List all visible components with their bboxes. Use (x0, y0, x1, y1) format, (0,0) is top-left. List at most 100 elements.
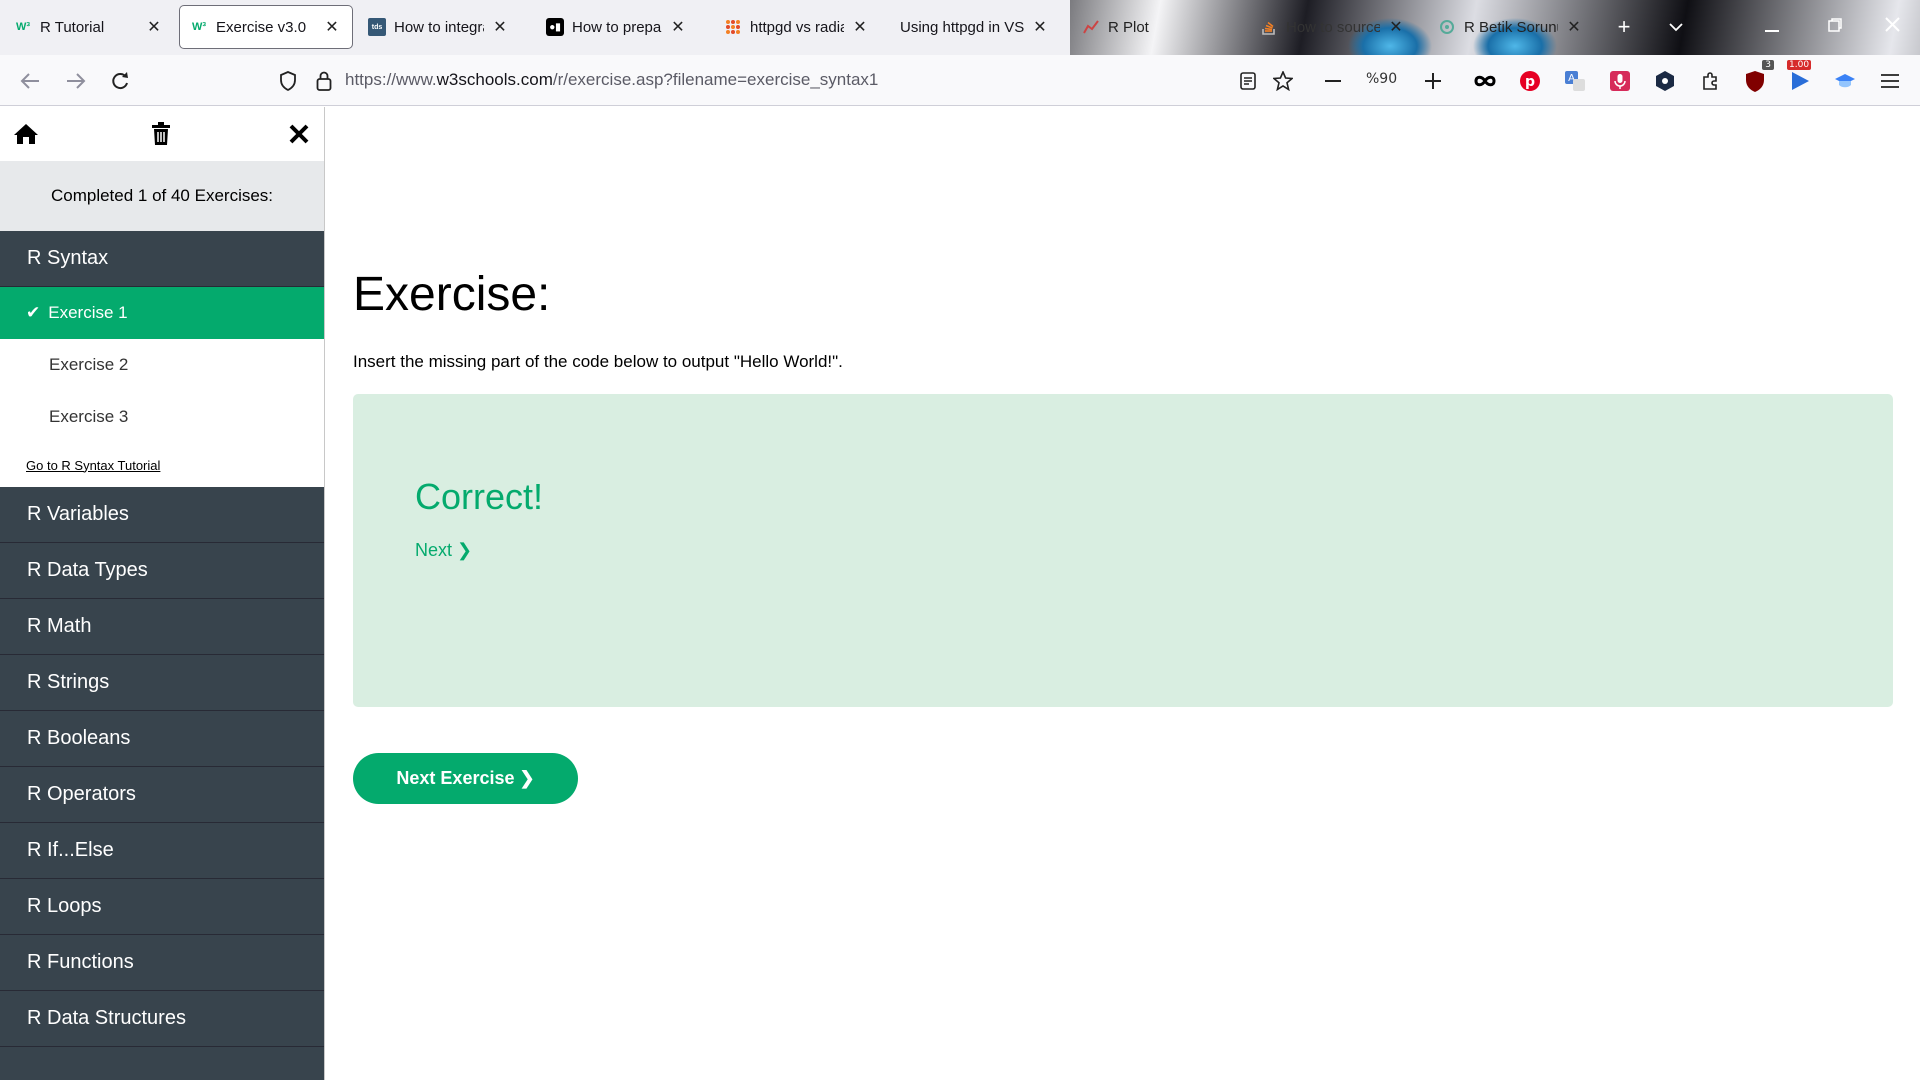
category-r-operators[interactable]: R Operators (0, 767, 324, 823)
tab-how-to-prepare[interactable]: ●▮ How to prepare ✕ (536, 6, 698, 48)
next-link[interactable]: Next ❯ (415, 540, 472, 561)
tab-how-to-source[interactable]: How to source ✕ (1250, 6, 1416, 48)
minimize-button[interactable] (1752, 12, 1792, 42)
category-r-loops[interactable]: R Loops (0, 879, 324, 935)
video-speed-extension-button[interactable]: 1.00 (1785, 60, 1815, 96)
category-r-variables[interactable]: R Variables (0, 487, 324, 543)
tab-close-icon[interactable]: ✕ (1564, 17, 1584, 37)
correct-message: Correct! (415, 476, 544, 517)
checkmark-icon: ✔ (26, 303, 41, 322)
graduation-cap-icon (1835, 74, 1855, 88)
tab-close-icon[interactable]: ✕ (850, 17, 870, 37)
tab-using-httpgd[interactable]: Using httpgd in VSC ✕ (890, 6, 1060, 48)
zoom-out-button[interactable] (1318, 66, 1348, 96)
ublock-icon (1746, 71, 1764, 92)
w3schools-favicon-icon: W³ (191, 21, 207, 33)
exercise-1-item[interactable]: ✔ Exercise 1 (0, 287, 324, 339)
app-menu-button[interactable] (1875, 66, 1905, 96)
tab-r-tutorial[interactable]: W³ R Tutorial ✕ (4, 6, 174, 48)
chart-favicon-icon (1082, 18, 1100, 36)
category-r-math[interactable]: R Math (0, 599, 324, 655)
close-window-button[interactable] (1872, 12, 1912, 42)
minus-icon (1325, 80, 1341, 82)
category-r-booleans[interactable]: R Booleans (0, 711, 324, 767)
tab-r-betik-sorunu[interactable]: R Betik Sorunu ✕ (1428, 6, 1594, 48)
tab-title: How to prepare (572, 18, 662, 36)
plus-icon (1425, 73, 1441, 89)
play-icon (1792, 72, 1809, 90)
tracking-protection-button[interactable] (272, 65, 304, 97)
new-tab-button[interactable]: + (1604, 6, 1644, 48)
category-r-strings[interactable]: R Strings (0, 655, 324, 711)
exercise-3-item[interactable]: Exercise 3 (0, 391, 324, 443)
reset-progress-button[interactable] (146, 119, 176, 149)
pinterest-extension-button[interactable]: p (1515, 66, 1545, 96)
category-more[interactable] (0, 1047, 324, 1080)
tab-how-to-integrate[interactable]: tds How to integra ✕ (358, 6, 520, 48)
tab-close-icon[interactable]: ✕ (144, 17, 164, 37)
trash-icon (152, 122, 170, 145)
infinity-icon (1474, 75, 1496, 87)
lock-icon (316, 71, 332, 91)
infinity-extension-button[interactable] (1470, 66, 1500, 96)
site-info-button[interactable] (308, 65, 340, 97)
tab-r-plot[interactable]: R Plot (1072, 6, 1242, 48)
next-exercise-button[interactable]: Next Exercise ❯ (353, 753, 578, 804)
tab-close-icon[interactable]: ✕ (490, 17, 510, 37)
extensions-button[interactable] (1696, 66, 1726, 96)
category-r-data-types[interactable]: R Data Types (0, 543, 324, 599)
category-r-syntax[interactable]: R Syntax (0, 231, 324, 287)
restore-icon (1828, 18, 1842, 32)
category-r-data-structures[interactable]: R Data Structures (0, 991, 324, 1047)
back-button[interactable] (14, 65, 46, 97)
star-icon (1273, 71, 1293, 91)
graduation-extension-button[interactable] (1830, 66, 1860, 96)
tab-close-icon[interactable]: ✕ (1386, 17, 1406, 37)
tab-close-icon[interactable]: ✕ (668, 17, 688, 37)
url-prefix: https://www. (345, 70, 437, 89)
zoom-in-button[interactable] (1418, 66, 1448, 96)
hamburger-menu-icon (1881, 74, 1899, 88)
arrow-right-icon (67, 73, 86, 89)
exercise-2-item[interactable]: Exercise 2 (0, 339, 324, 391)
tab-title: R Betik Sorunu (1464, 18, 1558, 36)
translate-extension-button[interactable]: A (1560, 66, 1590, 96)
tds-favicon-icon: tds (368, 18, 386, 36)
close-icon (289, 124, 309, 144)
result-panel: Correct! Next ❯ (353, 394, 1893, 707)
forward-button[interactable] (60, 65, 92, 97)
tab-close-icon[interactable]: ✕ (322, 17, 342, 37)
grid-favicon-icon (724, 18, 742, 36)
exercise-sidebar: Completed 1 of 40 Exercises: R Syntax ✔ … (0, 107, 325, 1080)
ublock-extension-button[interactable]: 3 (1740, 60, 1774, 96)
category-r-functions[interactable]: R Functions (0, 935, 324, 991)
tab-list-button[interactable] (1656, 6, 1696, 48)
home-button[interactable] (11, 119, 41, 149)
reload-button[interactable] (104, 65, 136, 97)
url-host: w3schools.com (436, 70, 553, 89)
url-bar[interactable]: https://www. w3schools.com/r/exercise.asp… (345, 61, 1225, 99)
tab-title: R Plot (1108, 18, 1149, 36)
reader-view-icon (1240, 72, 1256, 90)
translate-icon: A (1565, 71, 1585, 91)
tab-title: How to source (1286, 18, 1380, 36)
security-extension-button[interactable] (1650, 66, 1680, 96)
go-to-tutorial-link[interactable]: Go to R Syntax Tutorial (0, 443, 324, 487)
restore-button[interactable] (1815, 12, 1855, 42)
reader-view-button[interactable] (1233, 66, 1263, 96)
close-sidebar-button[interactable] (284, 119, 314, 149)
tab-exercise[interactable]: W³ Exercise v3.0 ✕ (180, 6, 352, 48)
plus-icon: + (1617, 14, 1631, 39)
voice-extension-button[interactable] (1605, 66, 1635, 96)
sidebar-toolbar (0, 107, 324, 161)
tab-title: How to integra (394, 18, 484, 36)
exercise-label: Exercise 1 (48, 303, 128, 322)
shield-icon (280, 71, 296, 91)
exercise-title: Exercise: (353, 268, 551, 321)
puzzle-piece-icon (1703, 72, 1717, 90)
bookmark-star-button[interactable] (1268, 66, 1298, 96)
zoom-level[interactable]: %90 (1366, 71, 1397, 87)
tab-close-icon[interactable]: ✕ (1030, 17, 1050, 37)
category-r-if-else[interactable]: R If...Else (0, 823, 324, 879)
tab-httpgd-vs-radian[interactable]: httpgd vs radian ✕ (714, 6, 880, 48)
